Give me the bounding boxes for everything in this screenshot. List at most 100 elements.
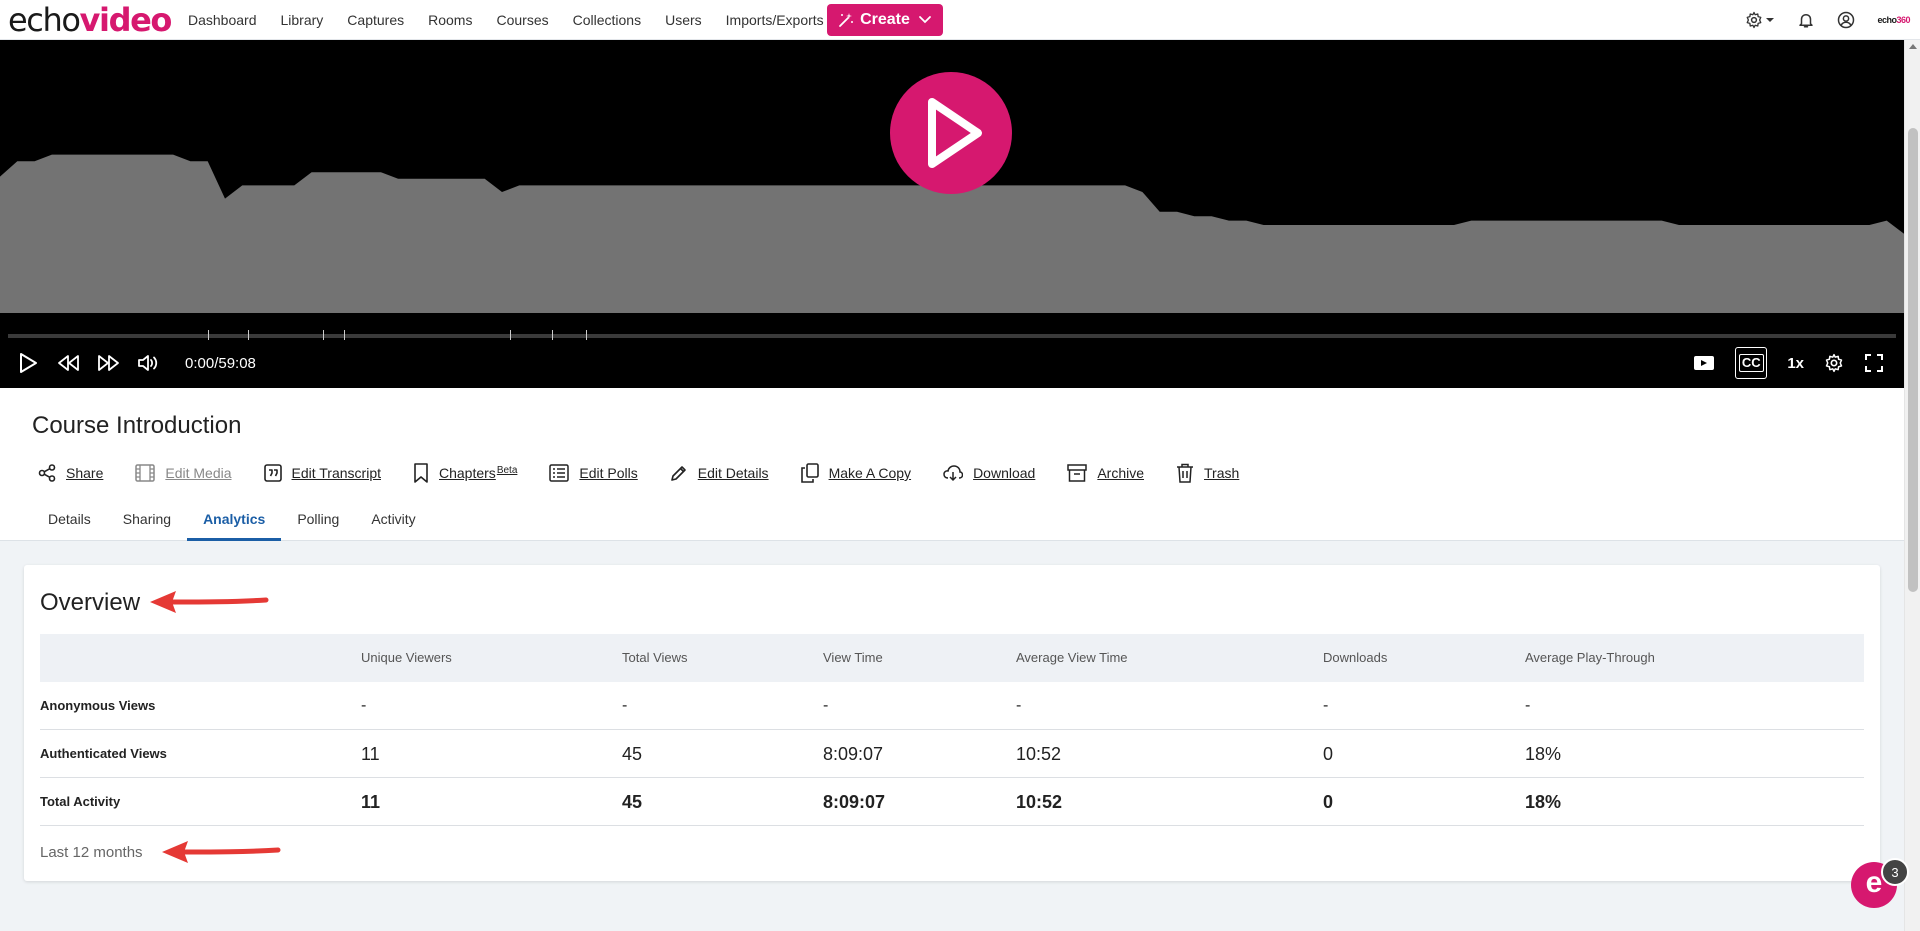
- play-icon: [928, 98, 982, 168]
- overview-title: Overview: [40, 589, 141, 616]
- caret-down-icon: [1766, 18, 1775, 22]
- col-average-play-through: Average Play-Through: [1525, 650, 1655, 665]
- gear-icon: [1825, 353, 1843, 373]
- chapter-marker[interactable]: [551, 330, 553, 340]
- edit-media-button[interactable]: Edit Media: [135, 464, 232, 482]
- table-header: Unique Viewers Total Views View Time Ave…: [40, 634, 1864, 682]
- tab-sharing[interactable]: Sharing: [107, 504, 187, 541]
- user-circle-icon: [1838, 11, 1855, 29]
- edit-polls-button[interactable]: Edit Polls: [549, 464, 638, 482]
- share-button[interactable]: Share: [38, 464, 103, 482]
- edit-details-button[interactable]: Edit Details: [670, 464, 769, 482]
- media-actions: Share Edit Media Edit Transcript Chapter…: [38, 458, 1271, 488]
- player-right-controls: CC 1x: [1693, 347, 1904, 379]
- tab-analytics[interactable]: Analytics: [187, 504, 282, 541]
- copy-icon: [800, 463, 819, 483]
- nav-dashboard[interactable]: Dashboard: [188, 12, 257, 28]
- overview-card: Overview Unique Viewers Total Views View…: [24, 565, 1880, 881]
- nav-right: echo360: [1723, 0, 1920, 40]
- archive-button[interactable]: Archive: [1067, 464, 1144, 482]
- notification-count-badge: 3: [1881, 858, 1909, 886]
- tab-details[interactable]: Details: [32, 504, 107, 541]
- fullscreen-icon: [1865, 354, 1883, 372]
- chapter-marker[interactable]: [208, 330, 210, 340]
- scroll-thumb[interactable]: [1908, 128, 1918, 592]
- player-settings-button[interactable]: [1824, 353, 1844, 373]
- create-label: Create: [860, 11, 910, 28]
- volume-button[interactable]: [137, 348, 161, 378]
- notifications-button[interactable]: [1797, 11, 1815, 29]
- fast-forward-button[interactable]: [96, 348, 120, 378]
- play-button[interactable]: [18, 348, 38, 378]
- time-period-label: Last 12 months: [40, 844, 143, 861]
- quote-icon: [263, 464, 282, 482]
- chapter-marker[interactable]: [510, 330, 512, 340]
- nav-courses[interactable]: Courses: [496, 12, 548, 28]
- trash-icon: [1177, 463, 1194, 483]
- screen-layout-icon: [1694, 356, 1715, 370]
- nav-users[interactable]: Users: [665, 12, 702, 28]
- chapters-button[interactable]: Chapters Beta: [413, 463, 517, 483]
- table-row: Total Activity 11 45 8:09:07 10:52 0 18%: [40, 778, 1864, 826]
- play-icon: [20, 353, 37, 373]
- annotation-arrow: [150, 591, 269, 613]
- cloud-download-icon: [943, 465, 964, 482]
- fullscreen-button[interactable]: [1864, 353, 1884, 373]
- media-title: Course Introduction: [32, 412, 242, 439]
- progress-scrubber[interactable]: [8, 334, 1896, 338]
- pencil-icon: [670, 466, 686, 481]
- cc-label: CC: [1738, 354, 1764, 372]
- chapter-marker[interactable]: [247, 330, 249, 340]
- archive-box-icon: [1067, 464, 1088, 482]
- echovideo-logo[interactable]: echovideo: [8, 2, 172, 38]
- bookmark-icon: [414, 463, 428, 483]
- settings-menu[interactable]: [1745, 11, 1775, 29]
- share-icon: [38, 464, 56, 482]
- big-play-button[interactable]: [890, 72, 1012, 194]
- magic-wand-icon: [839, 13, 854, 27]
- nav-menu: Dashboard Library Captures Rooms Courses…: [176, 0, 836, 40]
- tab-activity[interactable]: Activity: [355, 504, 431, 541]
- tab-polling[interactable]: Polling: [281, 504, 355, 541]
- echo360-mini-logo: echo360: [1877, 15, 1910, 25]
- scroll-up-arrow[interactable]: [1909, 44, 1917, 49]
- page-scrollbar[interactable]: [1904, 40, 1920, 931]
- rewind-button[interactable]: [57, 348, 81, 378]
- nav-collections[interactable]: Collections: [573, 12, 641, 28]
- nav-imports-exports[interactable]: Imports/Exports: [726, 12, 824, 28]
- media-tabs: Details Sharing Analytics Polling Activi…: [32, 504, 432, 541]
- nav-captures[interactable]: Captures: [347, 12, 404, 28]
- col-total-views: Total Views: [622, 650, 688, 665]
- user-menu-button[interactable]: [1837, 11, 1855, 29]
- captions-button[interactable]: CC: [1735, 347, 1768, 379]
- playback-speed-button[interactable]: 1x: [1787, 355, 1804, 372]
- make-copy-button[interactable]: Make A Copy: [800, 463, 911, 483]
- film-icon: [135, 464, 156, 482]
- edit-transcript-button[interactable]: Edit Transcript: [263, 464, 381, 482]
- chat-letter: e: [1865, 866, 1883, 899]
- col-average-view-time: Average View Time: [1016, 650, 1128, 665]
- download-button[interactable]: Download: [943, 464, 1035, 482]
- nav-library[interactable]: Library: [281, 12, 324, 28]
- col-view-time: View Time: [823, 650, 883, 665]
- trash-button[interactable]: Trash: [1176, 463, 1239, 483]
- create-button[interactable]: Create: [827, 4, 943, 36]
- chapter-marker[interactable]: [585, 330, 587, 340]
- chapter-marker[interactable]: [344, 330, 346, 340]
- media-details-panel: Course Introduction Share Edit Media Edi…: [0, 388, 1904, 541]
- top-nav: echovideo Dashboard Library Captures Roo…: [0, 0, 1920, 40]
- timecode: 0:00/59:08: [185, 355, 256, 372]
- volume-icon: [138, 355, 158, 371]
- nav-rooms[interactable]: Rooms: [428, 12, 472, 28]
- col-unique-viewers: Unique Viewers: [361, 650, 452, 665]
- col-downloads: Downloads: [1323, 650, 1388, 665]
- fast-forward-icon: [98, 355, 119, 371]
- annotation-arrow: [162, 841, 281, 863]
- gear-icon: [1747, 11, 1762, 29]
- video-player[interactable]: 0:00/59:08 CC 1x: [0, 40, 1904, 388]
- layout-button[interactable]: [1693, 354, 1715, 372]
- list-icon: [549, 464, 570, 482]
- chapter-marker[interactable]: [323, 330, 325, 340]
- chevron-down-icon: [919, 16, 931, 24]
- bell-icon: [1799, 14, 1814, 28]
